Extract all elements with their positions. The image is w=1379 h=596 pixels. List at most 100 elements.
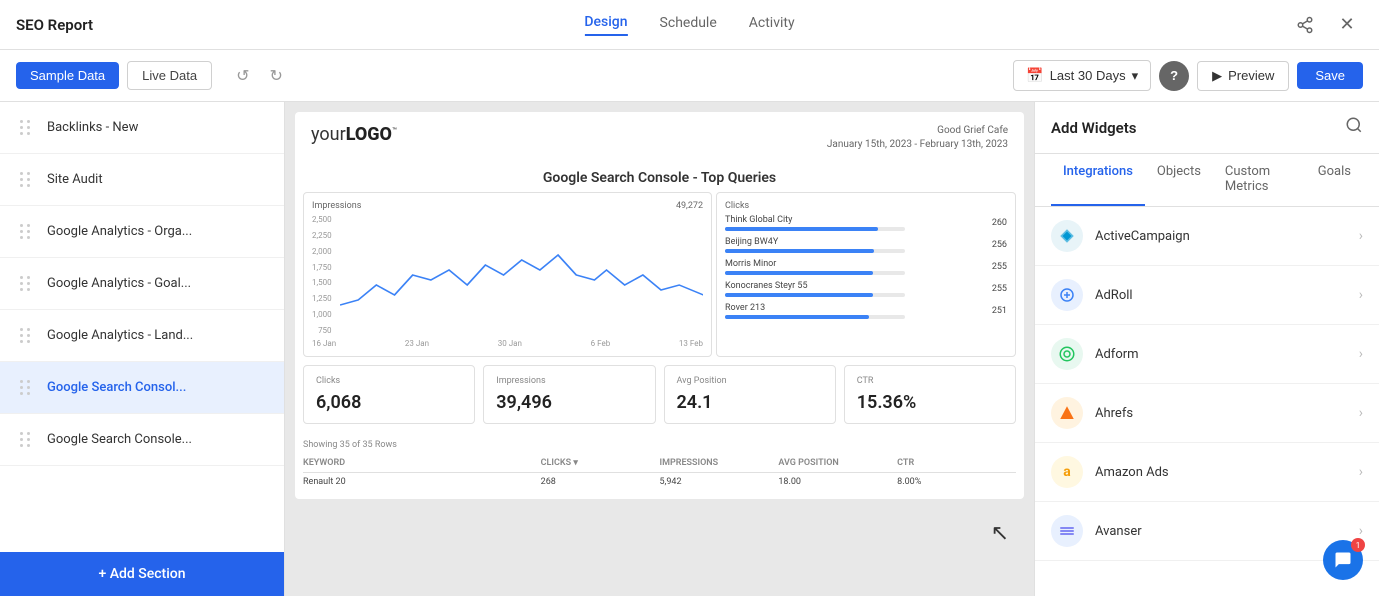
metric-value: 6,068 <box>316 392 462 413</box>
date-range-button[interactable]: 📅 Last 30 Days ▾ <box>1013 60 1151 91</box>
nav-design[interactable]: Design <box>584 14 627 36</box>
chevron-right-icon: › <box>1359 464 1363 480</box>
sidebar-item-label: Google Analytics - Land... <box>47 328 193 343</box>
metric-value: 24.1 <box>677 392 823 413</box>
sample-data-button[interactable]: Sample Data <box>16 62 119 89</box>
preview-button[interactable]: ▶ Preview <box>1197 61 1289 91</box>
nav-activity[interactable]: Activity <box>749 15 795 35</box>
toolbar: Sample Data Live Data ↺ ↻ 📅 Last 30 Days… <box>0 50 1379 102</box>
drag-handle[interactable] <box>16 428 35 451</box>
sidebar: Backlinks - New Site Audit Google Analyt… <box>0 102 285 596</box>
query-list: Think Global City 260 Beijing BW4Y 256 <box>725 215 1007 319</box>
toolbar-left: Sample Data Live Data ↺ ↻ <box>16 61 291 90</box>
td-keyword: Renault 20 <box>303 477 541 487</box>
sidebar-item-site-audit[interactable]: Site Audit <box>0 154 284 206</box>
widget-item-adroll[interactable]: AdRoll › <box>1035 266 1379 325</box>
avanser-icon <box>1051 515 1083 547</box>
report-preview: yourLOGO™ Good Grief Cafe January 15th, … <box>295 112 1024 499</box>
query-bar <box>725 315 869 319</box>
impressions-value: 49,272 <box>676 201 703 211</box>
widget-list: ActiveCampaign › AdRoll › <box>1035 207 1379 596</box>
query-count: 260 <box>992 218 1007 228</box>
adform-icon <box>1051 338 1083 370</box>
widget-item-activecampaign[interactable]: ActiveCampaign › <box>1035 207 1379 266</box>
metric-label: Clicks <box>316 376 462 386</box>
drag-handle[interactable] <box>16 116 35 139</box>
widget-item-amazon-ads[interactable]: a Amazon Ads › <box>1035 443 1379 502</box>
query-item: Morris Minor 255 <box>725 259 1007 275</box>
drag-handle[interactable] <box>16 168 35 191</box>
tab-goals[interactable]: Goals <box>1306 154 1363 206</box>
metric-label: Impressions <box>496 376 642 386</box>
date-range-display: January 15th, 2023 - February 13th, 2023 <box>827 138 1008 152</box>
sidebar-item-label: Google Analytics - Goal... <box>47 276 191 291</box>
widget-left: a Amazon Ads <box>1051 456 1169 488</box>
query-bar-wrap <box>725 271 905 275</box>
chevron-right-icon: › <box>1359 405 1363 421</box>
sidebar-item-label: Google Analytics - Orga... <box>47 224 192 239</box>
redo-button[interactable]: ↻ <box>261 62 290 90</box>
drag-handle[interactable] <box>16 272 35 295</box>
query-name: Rover 213 <box>725 303 905 313</box>
widget-name: Ahrefs <box>1095 406 1133 421</box>
help-button[interactable]: ? <box>1159 61 1189 91</box>
line-chart: Impressions 49,272 2,5002,2502,0001,7501… <box>303 192 712 357</box>
widget-tabs: Integrations Objects Custom Metrics Goal… <box>1035 154 1379 207</box>
sidebar-item-label: Backlinks - New <box>47 120 138 135</box>
th-impressions: IMPRESSIONS <box>660 458 779 468</box>
widget-item-adform[interactable]: Adform › <box>1035 325 1379 384</box>
widget-item-ahrefs[interactable]: Ahrefs › <box>1035 384 1379 443</box>
app-header: SEO Report Design Schedule Activity ✕ <box>0 0 1379 50</box>
sidebar-item-gsc2[interactable]: Google Search Console... <box>0 414 284 466</box>
live-data-button[interactable]: Live Data <box>127 61 212 90</box>
query-bar-wrap <box>725 315 905 319</box>
header-nav: Design Schedule Activity <box>584 14 794 36</box>
sidebar-item-label: Site Audit <box>47 172 103 187</box>
table-header: KEYWORD CLICKS ▾ IMPRESSIONS AVG POSITIO… <box>303 454 1016 473</box>
close-button[interactable]: ✕ <box>1331 9 1363 41</box>
query-name: Think Global City <box>725 215 905 225</box>
widget-left: Ahrefs <box>1051 397 1133 429</box>
query-bar-wrap <box>725 227 905 231</box>
cursor-indicator: ↖ <box>991 521 1009 546</box>
sidebar-item-ga-org[interactable]: Google Analytics - Orga... <box>0 206 284 258</box>
td-clicks: 268 <box>541 477 660 487</box>
drag-handle[interactable] <box>16 376 35 399</box>
right-panel-header: Add Widgets <box>1035 102 1379 154</box>
table-showing: Showing 35 of 35 Rows <box>303 440 1016 450</box>
sidebar-item-ga-goal[interactable]: Google Analytics - Goal... <box>0 258 284 310</box>
header-right: ✕ <box>1289 9 1363 41</box>
widget-name: Avanser <box>1095 524 1142 539</box>
query-bar <box>725 271 873 275</box>
sidebar-item-ga-land[interactable]: Google Analytics - Land... <box>0 310 284 362</box>
tab-objects[interactable]: Objects <box>1145 154 1213 206</box>
date-range-label: Last 30 Days <box>1050 68 1126 83</box>
logo-bold: LOGO <box>346 124 392 145</box>
tab-custom-metrics[interactable]: Custom Metrics <box>1213 154 1306 206</box>
query-name: Beijing BW4Y <box>725 237 905 247</box>
save-button[interactable]: Save <box>1297 62 1363 89</box>
chat-button[interactable]: 1 <box>1323 540 1363 580</box>
th-avg-position: AVG POSITION <box>778 458 897 468</box>
undo-button[interactable]: ↺ <box>228 62 257 90</box>
sparkline-svg <box>340 215 703 335</box>
logo-tm: ™ <box>392 126 397 135</box>
chevron-right-icon: › <box>1359 523 1363 539</box>
td-ctr: 8.00% <box>897 477 1016 487</box>
search-button[interactable] <box>1345 116 1363 139</box>
nav-schedule[interactable]: Schedule <box>660 15 717 35</box>
sidebar-item-label: Google Search Console... <box>47 432 192 447</box>
drag-handle[interactable] <box>16 324 35 347</box>
drag-handle[interactable] <box>16 220 35 243</box>
sidebar-item-backlinks[interactable]: Backlinks - New <box>0 102 284 154</box>
sidebar-item-gsc1[interactable]: Google Search Consol... <box>0 362 284 414</box>
tab-integrations[interactable]: Integrations <box>1051 154 1145 206</box>
chevron-down-icon: ▾ <box>1132 68 1139 84</box>
report-info: Good Grief Cafe January 15th, 2023 - Feb… <box>827 124 1008 152</box>
toolbar-right: 📅 Last 30 Days ▾ ? ▶ Preview Save <box>1013 60 1363 91</box>
x-label-3: 30 Jan <box>498 339 522 348</box>
share-button[interactable] <box>1289 9 1321 41</box>
add-section-button[interactable]: + Add Section <box>0 552 284 596</box>
query-details: Rover 213 <box>725 303 905 319</box>
query-count: 255 <box>992 262 1007 272</box>
